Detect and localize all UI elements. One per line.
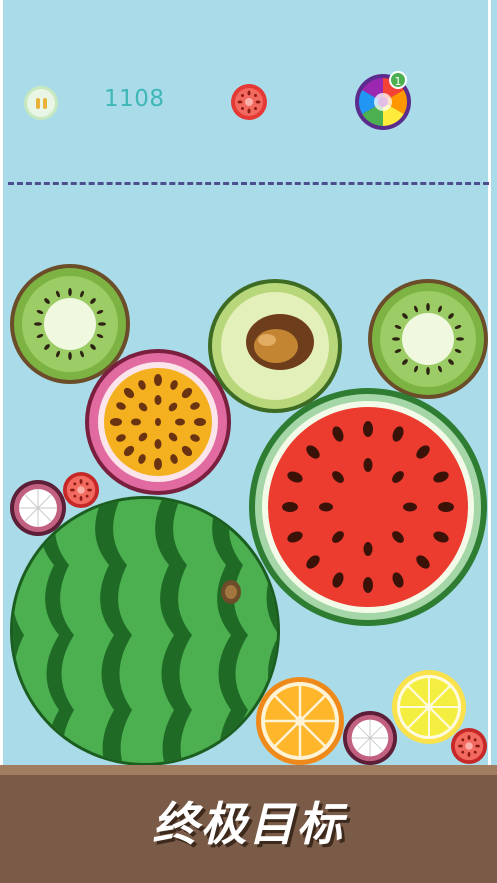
passion-fruit [85,349,231,495]
next-fruit-tomato-icon [231,84,267,120]
score-counter: 1108 [104,86,165,112]
pause-icon [35,97,47,109]
danger-line [8,182,489,185]
hud: 1108 1 [0,0,497,150]
kiwi-fruit [368,279,488,399]
tomato-fruit [450,727,488,765]
banner-title: 终极目标 [152,797,345,851]
ground-edge [0,765,497,775]
watermelon-slice-fruit [249,388,487,626]
whole-watermelon-fruit [10,496,280,766]
orange-slice-fruit [256,677,344,765]
bomb-count-badge: 1 [389,71,407,89]
pause-button[interactable] [24,86,58,120]
mangosteen-fruit [342,710,398,766]
